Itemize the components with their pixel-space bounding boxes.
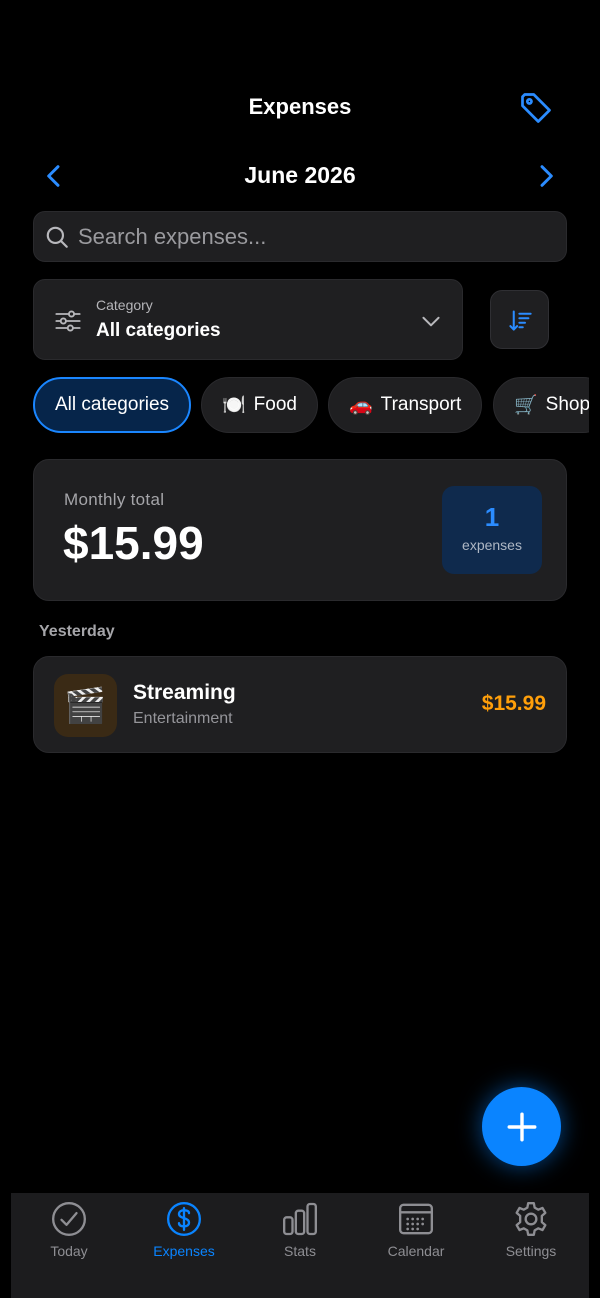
bottom-tab-bar: Today Expenses Stats Calendar Settings bbox=[11, 1193, 589, 1298]
page-title: Expenses bbox=[248, 94, 352, 119]
plus-icon bbox=[507, 1112, 536, 1141]
chip-label: Food bbox=[253, 394, 297, 415]
tab-label: Calendar bbox=[387, 1243, 445, 1259]
expense-category: Entertainment bbox=[133, 710, 233, 727]
sort-icon bbox=[509, 310, 532, 331]
clapperboard-icon: 🎬 bbox=[54, 674, 117, 737]
check-circle-icon bbox=[52, 1202, 86, 1236]
category-select[interactable]: Category All categories bbox=[33, 279, 463, 360]
month-label: June 2026 bbox=[244, 162, 356, 188]
expense-amount: $15.99 bbox=[481, 692, 546, 715]
chip-label: Transport bbox=[380, 394, 462, 415]
search-input[interactable] bbox=[78, 212, 548, 261]
next-month-button[interactable] bbox=[530, 160, 562, 192]
expense-count-label: expenses bbox=[462, 537, 522, 553]
tab-label: Today bbox=[50, 1243, 88, 1259]
add-expense-button[interactable] bbox=[482, 1087, 561, 1166]
expense-count: 1 bbox=[484, 502, 500, 532]
tab-label: Settings bbox=[505, 1243, 557, 1259]
monthly-total-label: Monthly total bbox=[64, 490, 165, 509]
header: Expenses bbox=[0, 88, 600, 128]
search-icon bbox=[46, 226, 68, 248]
bar-chart-icon bbox=[283, 1202, 317, 1236]
calendar-icon bbox=[399, 1203, 433, 1235]
category-chips: All categories 🍽️ Food 🚗 Transport 🛒 Sho… bbox=[33, 377, 589, 434]
expense-name: Streaming bbox=[133, 681, 236, 704]
category-label: Category bbox=[96, 297, 153, 313]
chip-transport[interactable]: 🚗 Transport bbox=[328, 377, 483, 433]
tag-icon[interactable] bbox=[518, 90, 554, 126]
sort-button[interactable] bbox=[490, 290, 549, 349]
monthly-total-amount: $15.99 bbox=[63, 517, 204, 569]
category-value: All categories bbox=[96, 320, 221, 341]
section-header: Yesterday bbox=[39, 623, 115, 640]
tab-expenses[interactable]: Expenses bbox=[126, 1199, 242, 1269]
dollar-circle-icon bbox=[167, 1202, 201, 1236]
chevron-down-icon bbox=[422, 316, 440, 327]
sliders-icon bbox=[55, 310, 81, 332]
expense-count-badge: 1 expenses bbox=[442, 486, 542, 574]
tab-label: Expenses bbox=[153, 1243, 215, 1259]
tab-settings[interactable]: Settings bbox=[473, 1199, 589, 1269]
chip-food[interactable]: 🍽️ Food bbox=[201, 377, 318, 433]
chip-label: Shop bbox=[545, 394, 589, 415]
search-bar bbox=[33, 211, 567, 262]
car-icon: 🚗 bbox=[349, 395, 373, 416]
chip-shopping[interactable]: 🛒 Shop bbox=[493, 377, 589, 433]
tab-calendar[interactable]: Calendar bbox=[358, 1199, 474, 1269]
gear-icon bbox=[515, 1202, 547, 1236]
cart-icon: 🛒 bbox=[514, 395, 538, 416]
tab-stats[interactable]: Stats bbox=[242, 1199, 358, 1269]
expense-item[interactable]: 🎬 Streaming Entertainment $15.99 bbox=[33, 656, 567, 753]
tab-today[interactable]: Today bbox=[11, 1199, 127, 1269]
month-navigator: June 2026 bbox=[0, 156, 600, 196]
chip-label: All categories bbox=[55, 394, 170, 415]
monthly-total-card: Monthly total $15.99 1 expenses bbox=[33, 459, 567, 601]
chip-all-categories[interactable]: All categories bbox=[33, 377, 192, 433]
tab-label: Stats bbox=[284, 1243, 316, 1259]
food-icon: 🍽️ bbox=[222, 395, 246, 416]
